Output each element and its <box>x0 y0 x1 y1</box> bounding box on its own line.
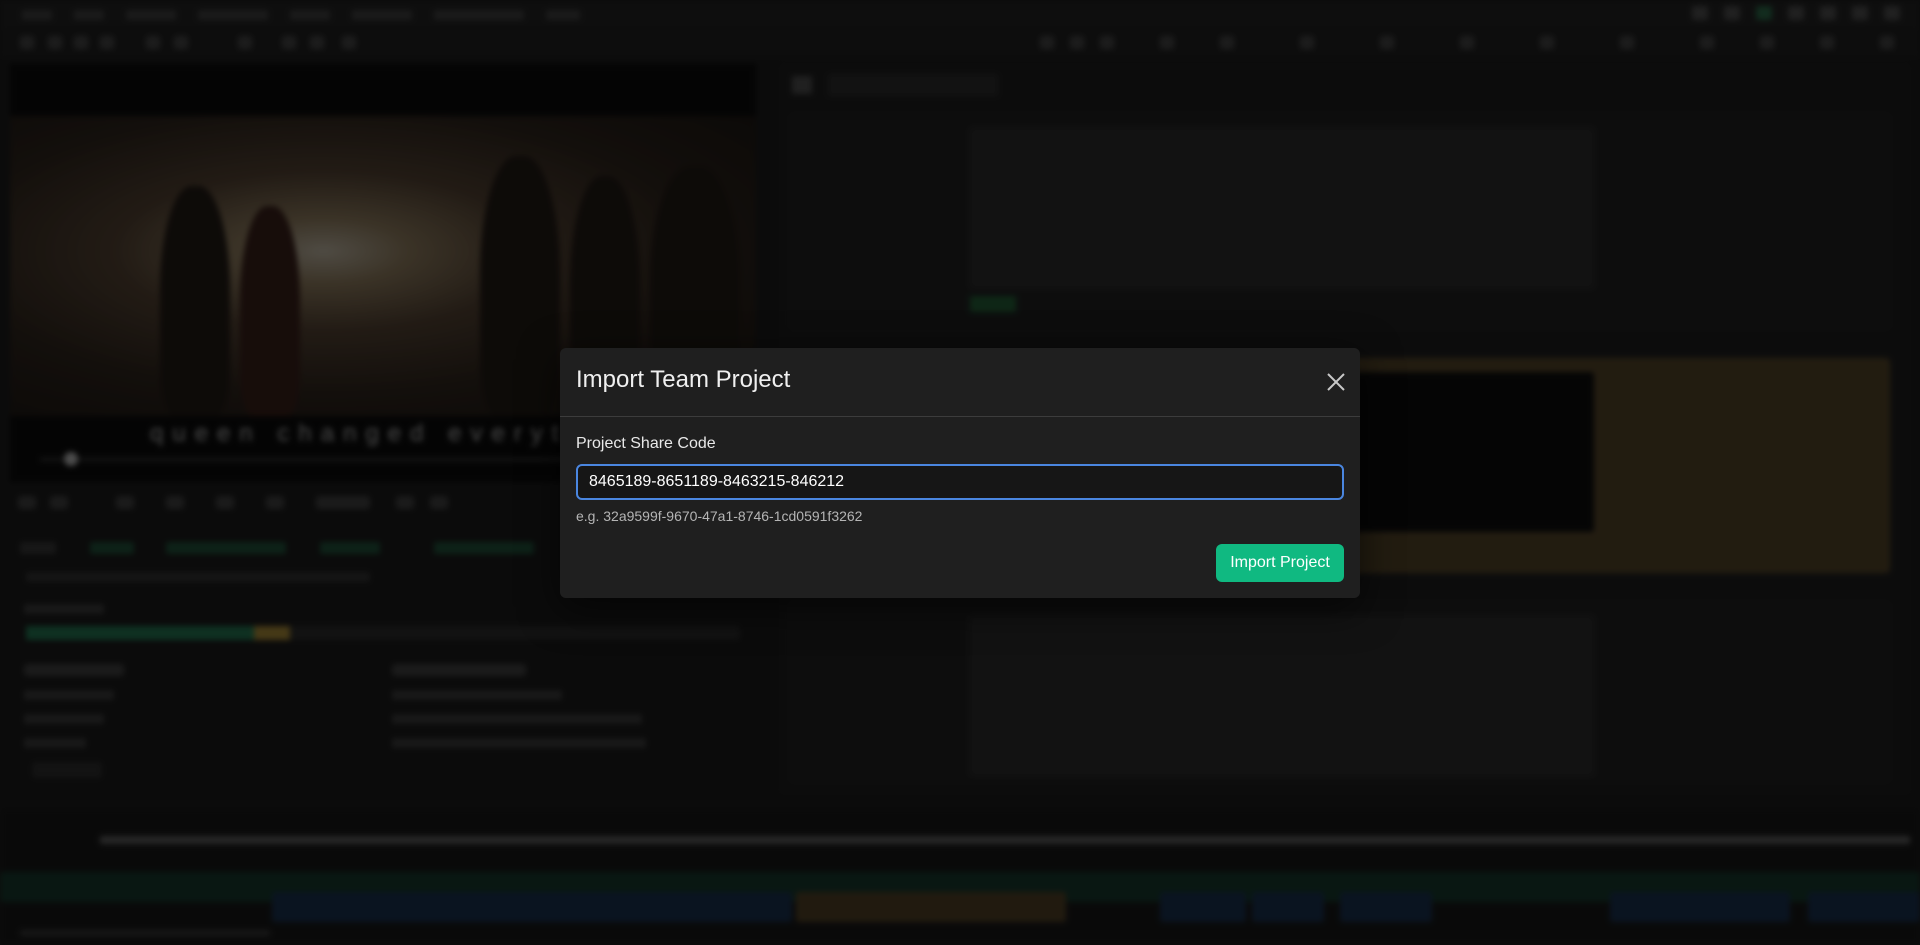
share-code-hint: e.g. 32a9599f-9670-47a1-8746-1cd0591f326… <box>576 508 863 524</box>
dialog-header: Import Team Project <box>560 348 1360 417</box>
share-code-label: Project Share Code <box>576 435 716 452</box>
close-icon[interactable] <box>1324 370 1348 394</box>
share-code-input[interactable] <box>576 464 1344 500</box>
import-project-button[interactable]: Import Project <box>1216 544 1344 582</box>
dialog-title: Import Team Project <box>576 366 791 393</box>
import-team-project-dialog: Import Team Project Project Share Code e… <box>560 348 1360 598</box>
